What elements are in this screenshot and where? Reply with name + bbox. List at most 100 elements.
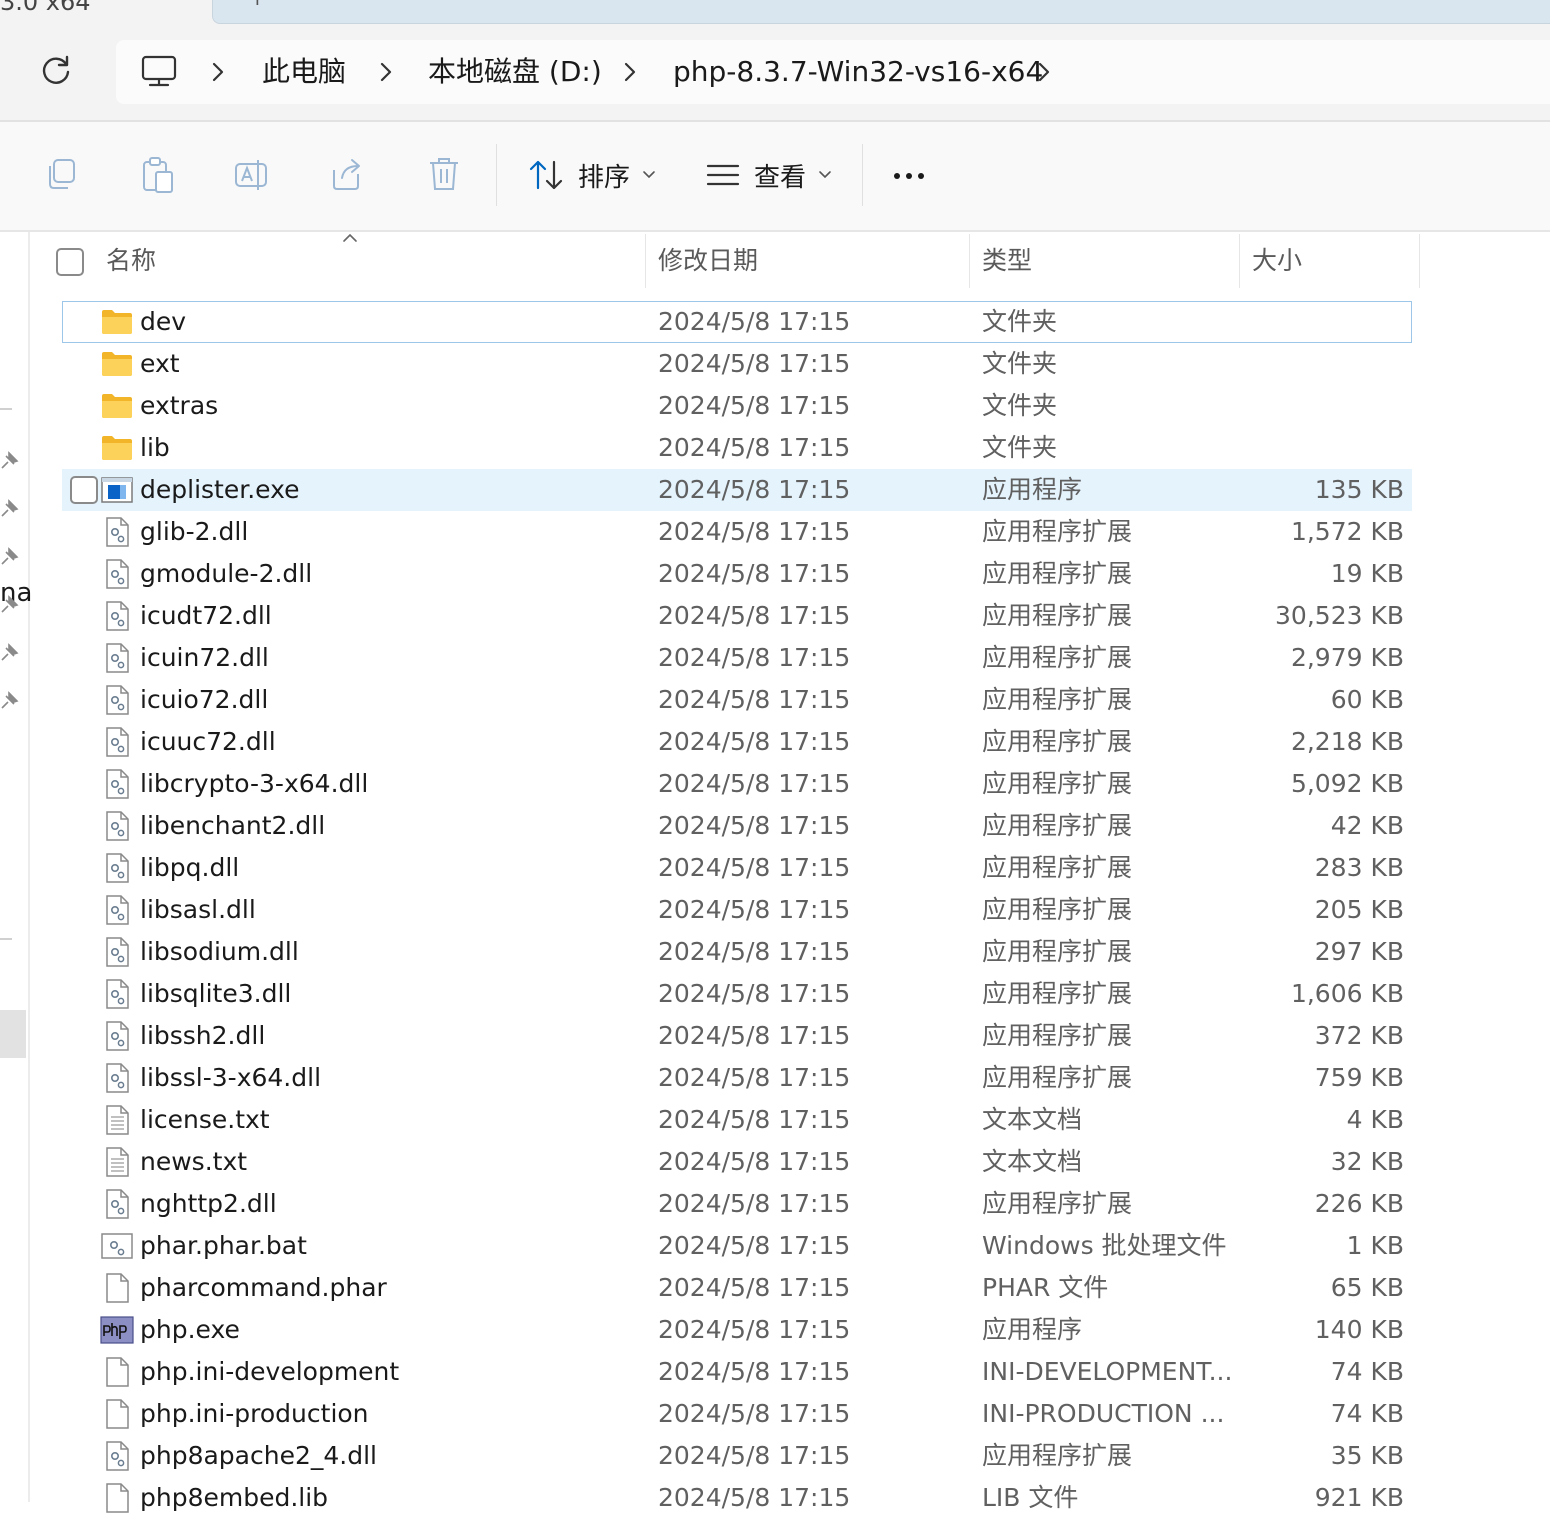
computer-icon[interactable] xyxy=(140,52,178,90)
file-row[interactable]: php.ini-production 2024/5/8 17:15 INI-PROD… xyxy=(62,1393,1412,1435)
chevron-right-icon[interactable] xyxy=(208,58,228,86)
active-tab[interactable]: + xyxy=(212,0,1550,24)
file-modified-date: 2024/5/8 17:15 xyxy=(658,1399,851,1428)
file-modified-date: 2024/5/8 17:15 xyxy=(658,391,851,420)
file-row[interactable]: icuin72.dll 2024/5/8 17:15 应用程序扩展 2,979 KB xyxy=(62,637,1412,679)
new-tab-button[interactable]: + xyxy=(249,0,266,10)
row-checkbox[interactable] xyxy=(70,476,98,504)
file-row[interactable]: libsasl.dll 2024/5/8 17:15 应用程序扩展 205 KB xyxy=(62,889,1412,931)
file-name: libsasl.dll xyxy=(140,895,256,924)
file-row[interactable]: php.exe 2024/5/8 17:15 应用程序 140 KB xyxy=(62,1309,1412,1351)
file-type: 应用程序扩展 xyxy=(982,811,1133,840)
column-divider[interactable] xyxy=(1419,234,1420,288)
file-modified-date: 2024/5/8 17:15 xyxy=(658,559,851,588)
file-name: deplister.exe xyxy=(140,475,300,504)
file-row[interactable]: libpq.dll 2024/5/8 17:15 应用程序扩展 283 KB xyxy=(62,847,1412,889)
file-modified-date: 2024/5/8 17:15 xyxy=(658,517,851,546)
file-row[interactable]: dev 2024/5/8 17:15 文件夹 xyxy=(62,301,1412,343)
file-type: 文件夹 xyxy=(982,307,1058,336)
view-button[interactable]: 查看 xyxy=(706,152,832,198)
file-type: LIB 文件 xyxy=(982,1483,1079,1512)
file-row[interactable]: glib-2.dll 2024/5/8 17:15 应用程序扩展 1,572 KB xyxy=(62,511,1412,553)
breadcrumb-php-folder[interactable]: php-8.3.7-Win32-vs16-x64 xyxy=(673,52,1043,92)
sort-button[interactable]: 排序 xyxy=(528,152,656,198)
sort-label: 排序 xyxy=(578,162,631,193)
paste-icon[interactable] xyxy=(138,154,178,194)
file-name: lib xyxy=(140,433,170,462)
file-row[interactable]: icuuc72.dll 2024/5/8 17:15 应用程序扩展 2,218 KB xyxy=(62,721,1412,763)
file-row[interactable]: libssh2.dll 2024/5/8 17:15 应用程序扩展 372 KB xyxy=(62,1015,1412,1057)
file-row[interactable]: php8embed.lib 2024/5/8 17:15 LIB 文件 921 KB xyxy=(62,1477,1412,1519)
delete-icon[interactable] xyxy=(424,154,464,194)
file-size: 283 KB xyxy=(1314,853,1404,882)
file-row[interactable]: libenchant2.dll 2024/5/8 17:15 应用程序扩展 42 KB xyxy=(62,805,1412,847)
file-size: 1 KB xyxy=(1346,1231,1404,1260)
select-all-checkbox[interactable] xyxy=(56,248,84,276)
file-row[interactable]: libssl-3-x64.dll 2024/5/8 17:15 应用程序扩展 759 … xyxy=(62,1057,1412,1099)
file-row[interactable]: libsqlite3.dll 2024/5/8 17:15 应用程序扩展 1,606 … xyxy=(62,973,1412,1015)
chevron-right-icon[interactable] xyxy=(620,58,640,86)
pin-icon xyxy=(1,451,19,469)
rename-icon[interactable] xyxy=(232,154,272,194)
file-size: 32 KB xyxy=(1330,1147,1404,1176)
file-modified-date: 2024/5/8 17:15 xyxy=(658,475,851,504)
breadcrumb-local-disk[interactable]: 本地磁盘 (D:) xyxy=(428,52,602,92)
dll-file-icon xyxy=(100,1440,134,1472)
previous-tab-title[interactable]: 3.0 x64 xyxy=(0,0,91,16)
file-size: 205 KB xyxy=(1314,895,1404,924)
file-row[interactable]: libsodium.dll 2024/5/8 17:15 应用程序扩展 297 KB xyxy=(62,931,1412,973)
column-divider[interactable] xyxy=(1239,234,1240,288)
chevron-right-icon[interactable] xyxy=(376,58,396,86)
file-type: INI-PRODUCTION ... xyxy=(982,1399,1225,1428)
file-type: Windows 批处理文件 xyxy=(982,1231,1227,1260)
file-size: 74 KB xyxy=(1330,1399,1404,1428)
file-row[interactable]: nghttp2.dll 2024/5/8 17:15 应用程序扩展 226 KB xyxy=(62,1183,1412,1225)
nav-scrollbar-thumb[interactable] xyxy=(0,1010,26,1058)
more-icon[interactable] xyxy=(892,172,932,180)
file-row[interactable]: phar.phar.bat 2024/5/8 17:15 Windows 批处理文件… xyxy=(62,1225,1412,1267)
chevron-right-icon[interactable] xyxy=(1034,58,1054,86)
file-name: icudt72.dll xyxy=(140,601,272,630)
file-row[interactable]: lib 2024/5/8 17:15 文件夹 xyxy=(62,427,1412,469)
file-row[interactable]: news.txt 2024/5/8 17:15 文本文档 32 KB xyxy=(62,1141,1412,1183)
file-row[interactable]: icudt72.dll 2024/5/8 17:15 应用程序扩展 30,523 KB xyxy=(62,595,1412,637)
breadcrumb-this-pc[interactable]: 此电脑 xyxy=(262,52,346,92)
file-modified-date: 2024/5/8 17:15 xyxy=(658,1105,851,1134)
dll-file-icon xyxy=(100,600,134,632)
navigation-pane[interactable]: na xyxy=(0,232,32,1502)
column-header-type[interactable]: 类型 xyxy=(982,240,1032,282)
file-name: glib-2.dll xyxy=(140,517,249,546)
column-header-size[interactable]: 大小 xyxy=(1252,240,1302,282)
file-row[interactable]: icuio72.dll 2024/5/8 17:15 应用程序扩展 60 KB xyxy=(62,679,1412,721)
refresh-icon[interactable] xyxy=(36,50,76,90)
folder-icon xyxy=(100,432,134,464)
file-row[interactable]: deplister.exe 2024/5/8 17:15 应用程序 135 KB xyxy=(62,469,1412,511)
file-row[interactable]: libcrypto-3-x64.dll 2024/5/8 17:15 应用程序扩展 5… xyxy=(62,763,1412,805)
file-row[interactable]: license.txt 2024/5/8 17:15 文本文档 4 KB xyxy=(62,1099,1412,1141)
file-name: ext xyxy=(140,349,180,378)
copy-icon[interactable] xyxy=(42,154,82,194)
tab-strip: 3.0 x64 + xyxy=(0,0,1550,24)
file-modified-date: 2024/5/8 17:15 xyxy=(658,685,851,714)
share-icon[interactable] xyxy=(328,154,368,194)
file-row[interactable]: gmodule-2.dll 2024/5/8 17:15 应用程序扩展 19 KB xyxy=(62,553,1412,595)
column-header-name[interactable]: 名称 xyxy=(106,240,156,282)
column-divider[interactable] xyxy=(969,234,970,288)
file-row[interactable]: ext 2024/5/8 17:15 文件夹 xyxy=(62,343,1412,385)
file-row[interactable]: php.ini-development 2024/5/8 17:15 INI-DEV… xyxy=(62,1351,1412,1393)
dll-file-icon xyxy=(100,852,134,884)
folder-icon xyxy=(100,306,134,338)
dll-file-icon xyxy=(100,1062,134,1094)
file-size: 2,979 KB xyxy=(1290,643,1404,672)
file-name: libpq.dll xyxy=(140,853,240,882)
file-row[interactable]: extras 2024/5/8 17:15 文件夹 xyxy=(62,385,1412,427)
file-type: 应用程序扩展 xyxy=(982,979,1133,1008)
column-divider[interactable] xyxy=(645,234,646,288)
file-name: php.ini-production xyxy=(140,1399,369,1428)
folder-icon xyxy=(100,390,134,422)
file-type: 文本文档 xyxy=(982,1147,1083,1176)
file-row[interactable]: php8apache2_4.dll 2024/5/8 17:15 应用程序扩展 35 … xyxy=(62,1435,1412,1477)
file-type: 应用程序扩展 xyxy=(982,1063,1133,1092)
file-row[interactable]: pharcommand.phar 2024/5/8 17:15 PHAR 文件 65 … xyxy=(62,1267,1412,1309)
column-header-modified[interactable]: 修改日期 xyxy=(658,240,758,282)
